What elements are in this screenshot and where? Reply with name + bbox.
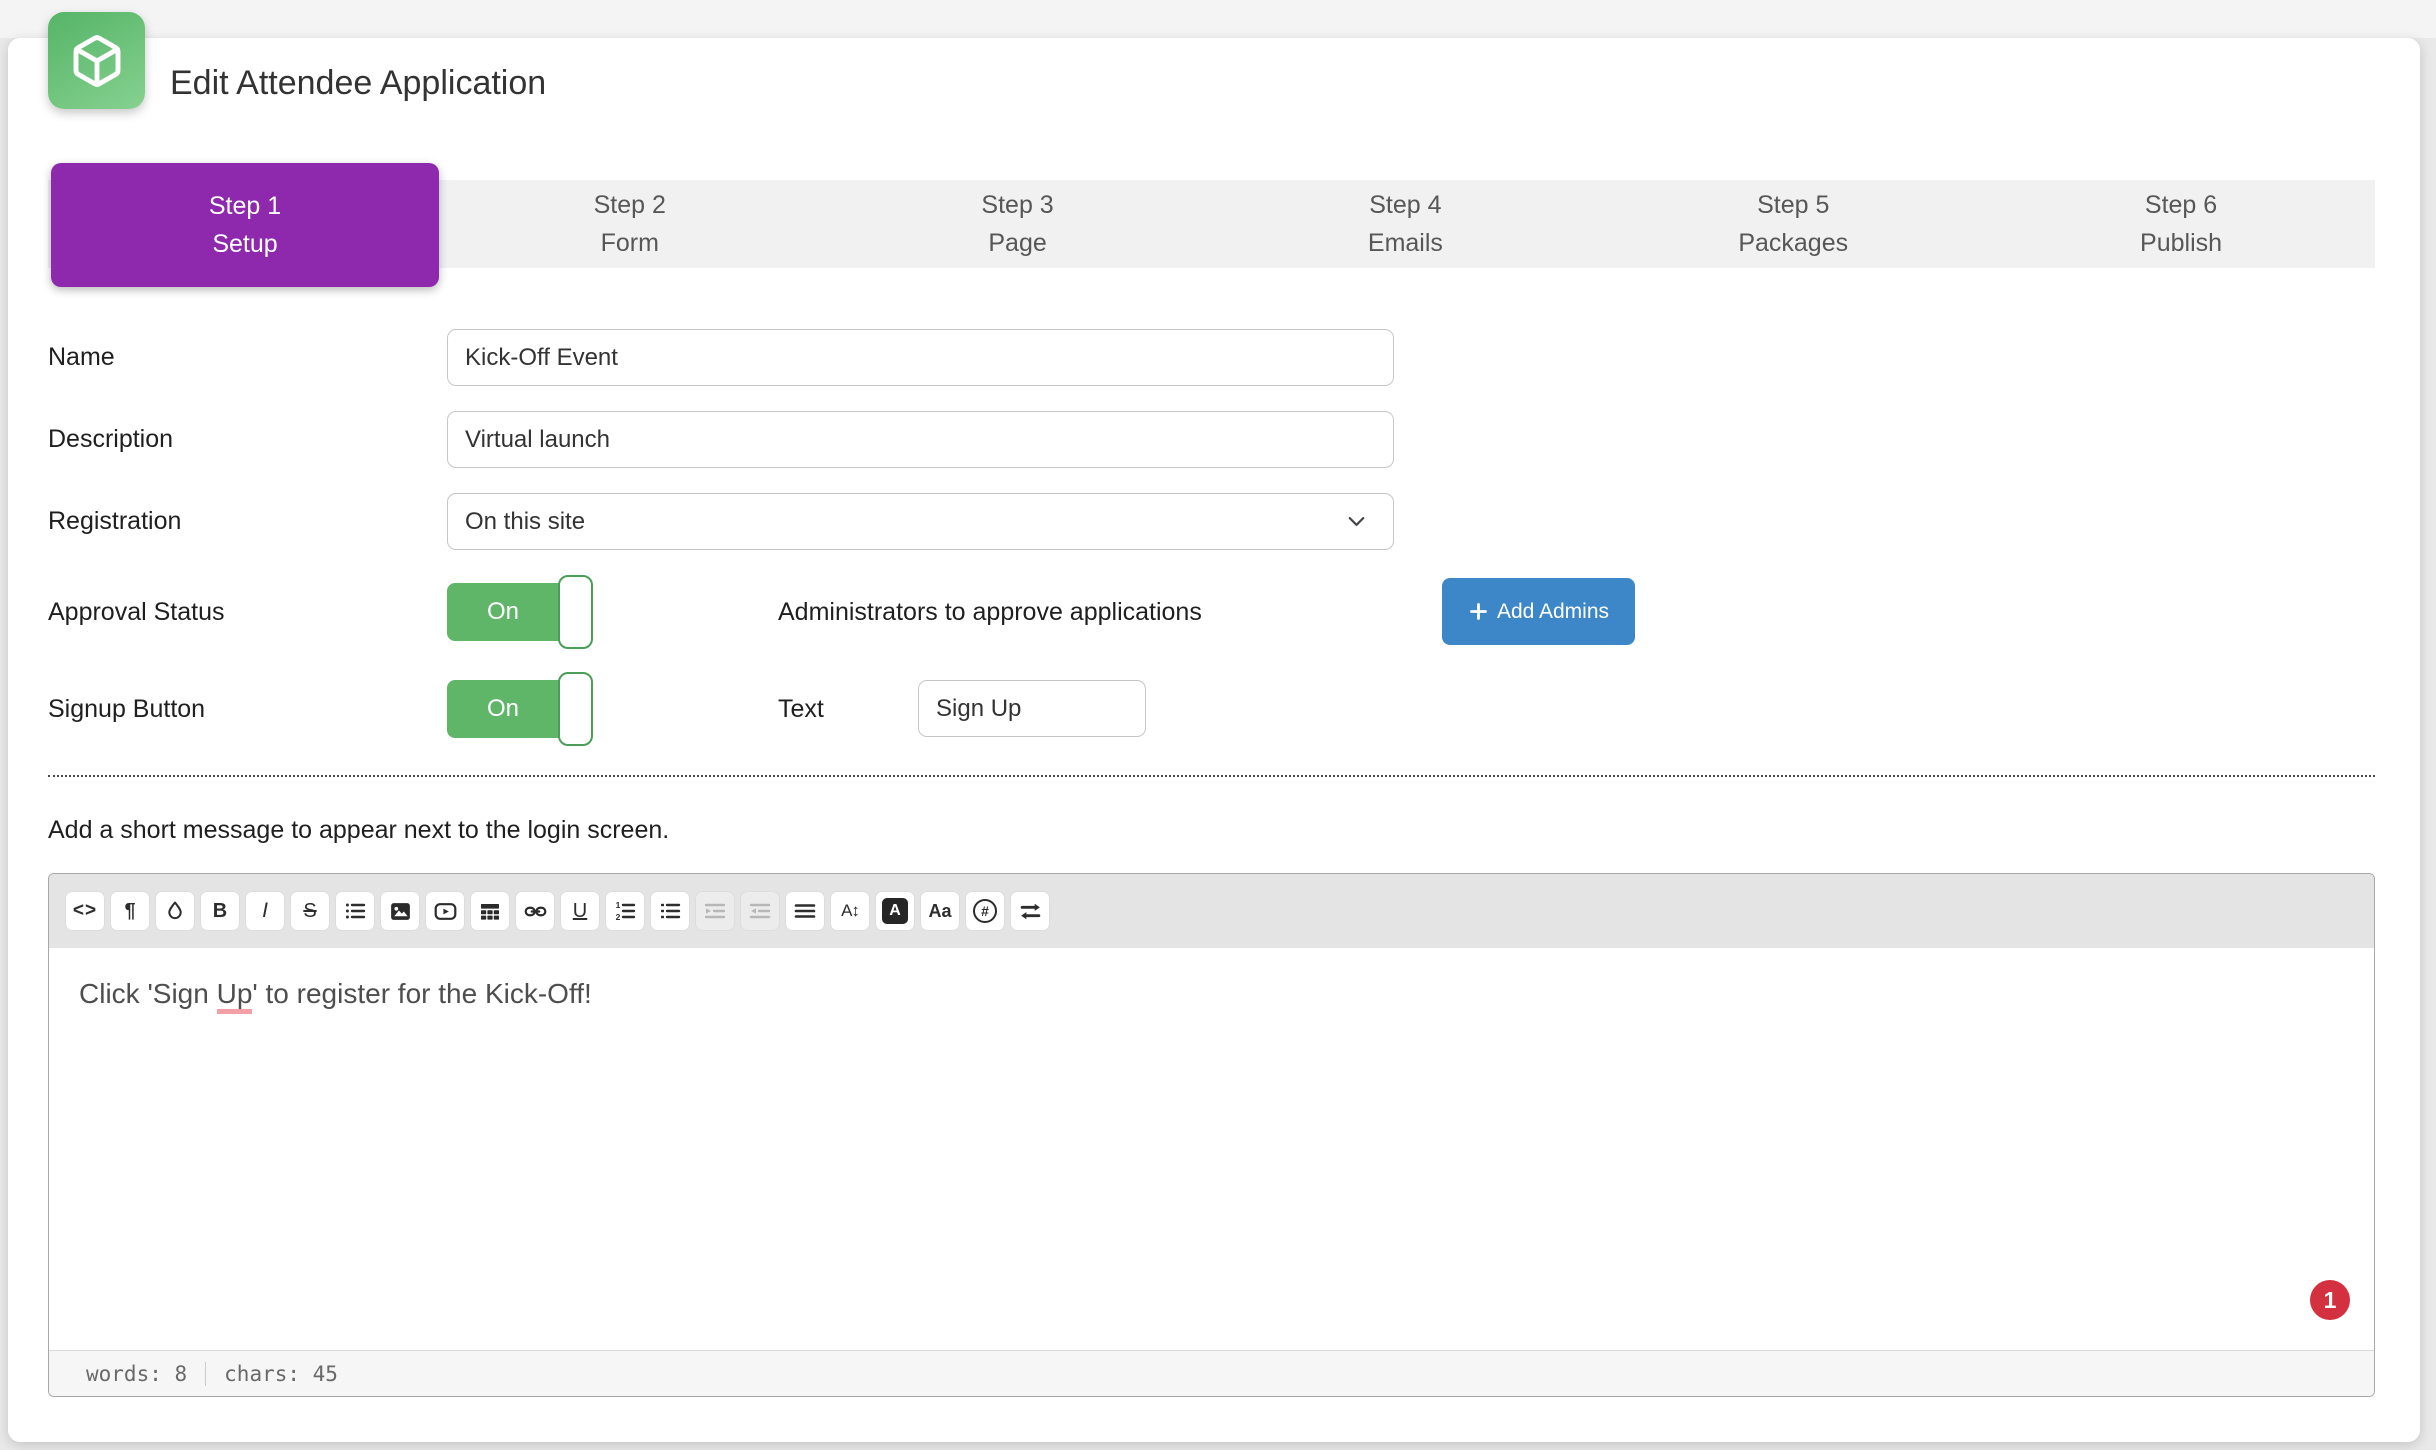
strikethrough-icon: S (303, 899, 317, 922)
italic-button[interactable]: I (246, 892, 284, 930)
outdent-icon (749, 903, 771, 919)
approval-status-label: Approval Status (48, 598, 225, 626)
top-background-band (0, 0, 2436, 38)
video-icon (434, 902, 456, 920)
underline-icon: U (572, 899, 588, 922)
app-logo (48, 12, 145, 109)
paragraph-icon: ¶ (124, 899, 136, 922)
droplet-icon (168, 901, 182, 920)
step-tab-5[interactable]: Step 5 Packages (1599, 180, 1987, 268)
align-justify-icon (794, 904, 816, 918)
step-tab-4[interactable]: Step 4 Emails (1211, 180, 1599, 268)
editor-toolbar: <> ¶ B I S U 1 2 A↕ A Aa # (49, 874, 2374, 948)
text-case-button[interactable]: Aa (921, 892, 959, 930)
link-button[interactable] (516, 892, 554, 930)
signup-text-input[interactable]: Sign Up (918, 680, 1146, 737)
indent-button[interactable] (696, 892, 734, 930)
align-justify-button[interactable] (786, 892, 824, 930)
add-admins-button[interactable]: Add Admins (1442, 578, 1635, 645)
bullet-list-button[interactable] (651, 892, 689, 930)
font-size-icon: A↕ (841, 901, 860, 920)
text-case-icon: Aa (928, 900, 952, 921)
editor-content[interactable]: Click 'Sign Up' to register for the Kick… (49, 948, 2374, 1353)
view-html-icon: <> (72, 900, 98, 921)
table-icon (481, 904, 499, 920)
step-tab-6[interactable]: Step 6 Publish (1987, 180, 2375, 268)
word-count: words: 8 (86, 1361, 188, 1386)
text-background-icon: A (882, 898, 908, 924)
dotted-divider (48, 775, 2375, 777)
font-size-button[interactable]: A↕ (831, 892, 869, 930)
plus-icon (1470, 603, 1487, 620)
signup-toggle[interactable]: On (447, 672, 593, 746)
strikethrough-button[interactable]: S (291, 892, 329, 930)
text-direction-button[interactable] (1011, 892, 1049, 930)
insert-image-button[interactable] (381, 892, 419, 930)
registration-label: Registration (48, 507, 182, 535)
svg-text:2: 2 (616, 912, 621, 922)
page-title: Edit Attendee Application (170, 64, 547, 102)
italic-icon: I (262, 899, 268, 922)
approval-toggle-state: On (486, 598, 519, 625)
svg-text:1: 1 (616, 900, 621, 910)
step-tab-1-active[interactable]: Step 1 Setup (51, 163, 439, 287)
step-tab-3[interactable]: Step 3 Page (824, 180, 1212, 268)
indent-icon (704, 903, 726, 919)
special-character-button[interactable]: # (966, 892, 1004, 930)
insert-video-button[interactable] (426, 892, 464, 930)
description-label: Description (48, 425, 174, 453)
statusbar-divider (205, 1361, 207, 1386)
box-icon (73, 34, 120, 87)
name-label: Name (48, 343, 115, 371)
signup-text-label: Text (778, 695, 824, 723)
marked-text: Up (216, 978, 253, 1014)
image-icon (390, 902, 410, 920)
name-input[interactable]: Kick-Off Event (447, 329, 1394, 386)
unordered-list-button[interactable] (336, 892, 374, 930)
admins-label: Administrators to approve applications (778, 598, 1202, 626)
step-tab-2[interactable]: Step 2 Form (436, 180, 824, 268)
insert-table-button[interactable] (471, 892, 509, 930)
editor-hint-text: Add a short message to appear next to th… (48, 816, 670, 844)
special-character-icon: # (973, 899, 997, 923)
swap-arrows-icon (1020, 903, 1040, 919)
ordered-list-button[interactable]: 1 2 (606, 892, 644, 930)
editor-statusbar: words: 8 chars: 45 (49, 1350, 2374, 1396)
signup-toggle-state: On (486, 695, 519, 722)
bullet-list-icon (661, 903, 681, 919)
bold-button[interactable]: B (201, 892, 239, 930)
outdent-button[interactable] (741, 892, 779, 930)
description-input[interactable]: Virtual launch (447, 411, 1394, 468)
unordered-list-icon (345, 903, 366, 919)
view-html-button[interactable]: <> (66, 892, 104, 930)
char-count: chars: 45 (224, 1361, 338, 1386)
rich-text-editor: <> ¶ B I S U 1 2 A↕ A Aa # Click 'Sign U… (48, 873, 2375, 1397)
bold-icon: B (212, 899, 228, 922)
main-card: Edit Attendee Application Step 1 Setup S… (8, 12, 2420, 1442)
ordered-list-icon: 1 2 (616, 900, 636, 922)
text-background-button[interactable]: A (876, 892, 914, 930)
chevron-down-icon (1348, 517, 1365, 526)
signup-button-label: Signup Button (48, 695, 206, 723)
approval-toggle[interactable]: On (447, 575, 593, 649)
text-color-button[interactable] (156, 892, 194, 930)
signup-toggle-knob (558, 672, 593, 746)
approval-toggle-knob (558, 575, 593, 649)
registration-select[interactable]: On this site (447, 493, 1394, 550)
link-icon (524, 906, 546, 916)
underline-button[interactable]: U (561, 892, 599, 930)
paragraph-format-button[interactable]: ¶ (111, 892, 149, 930)
error-count-badge: 1 (2310, 1280, 2350, 1320)
